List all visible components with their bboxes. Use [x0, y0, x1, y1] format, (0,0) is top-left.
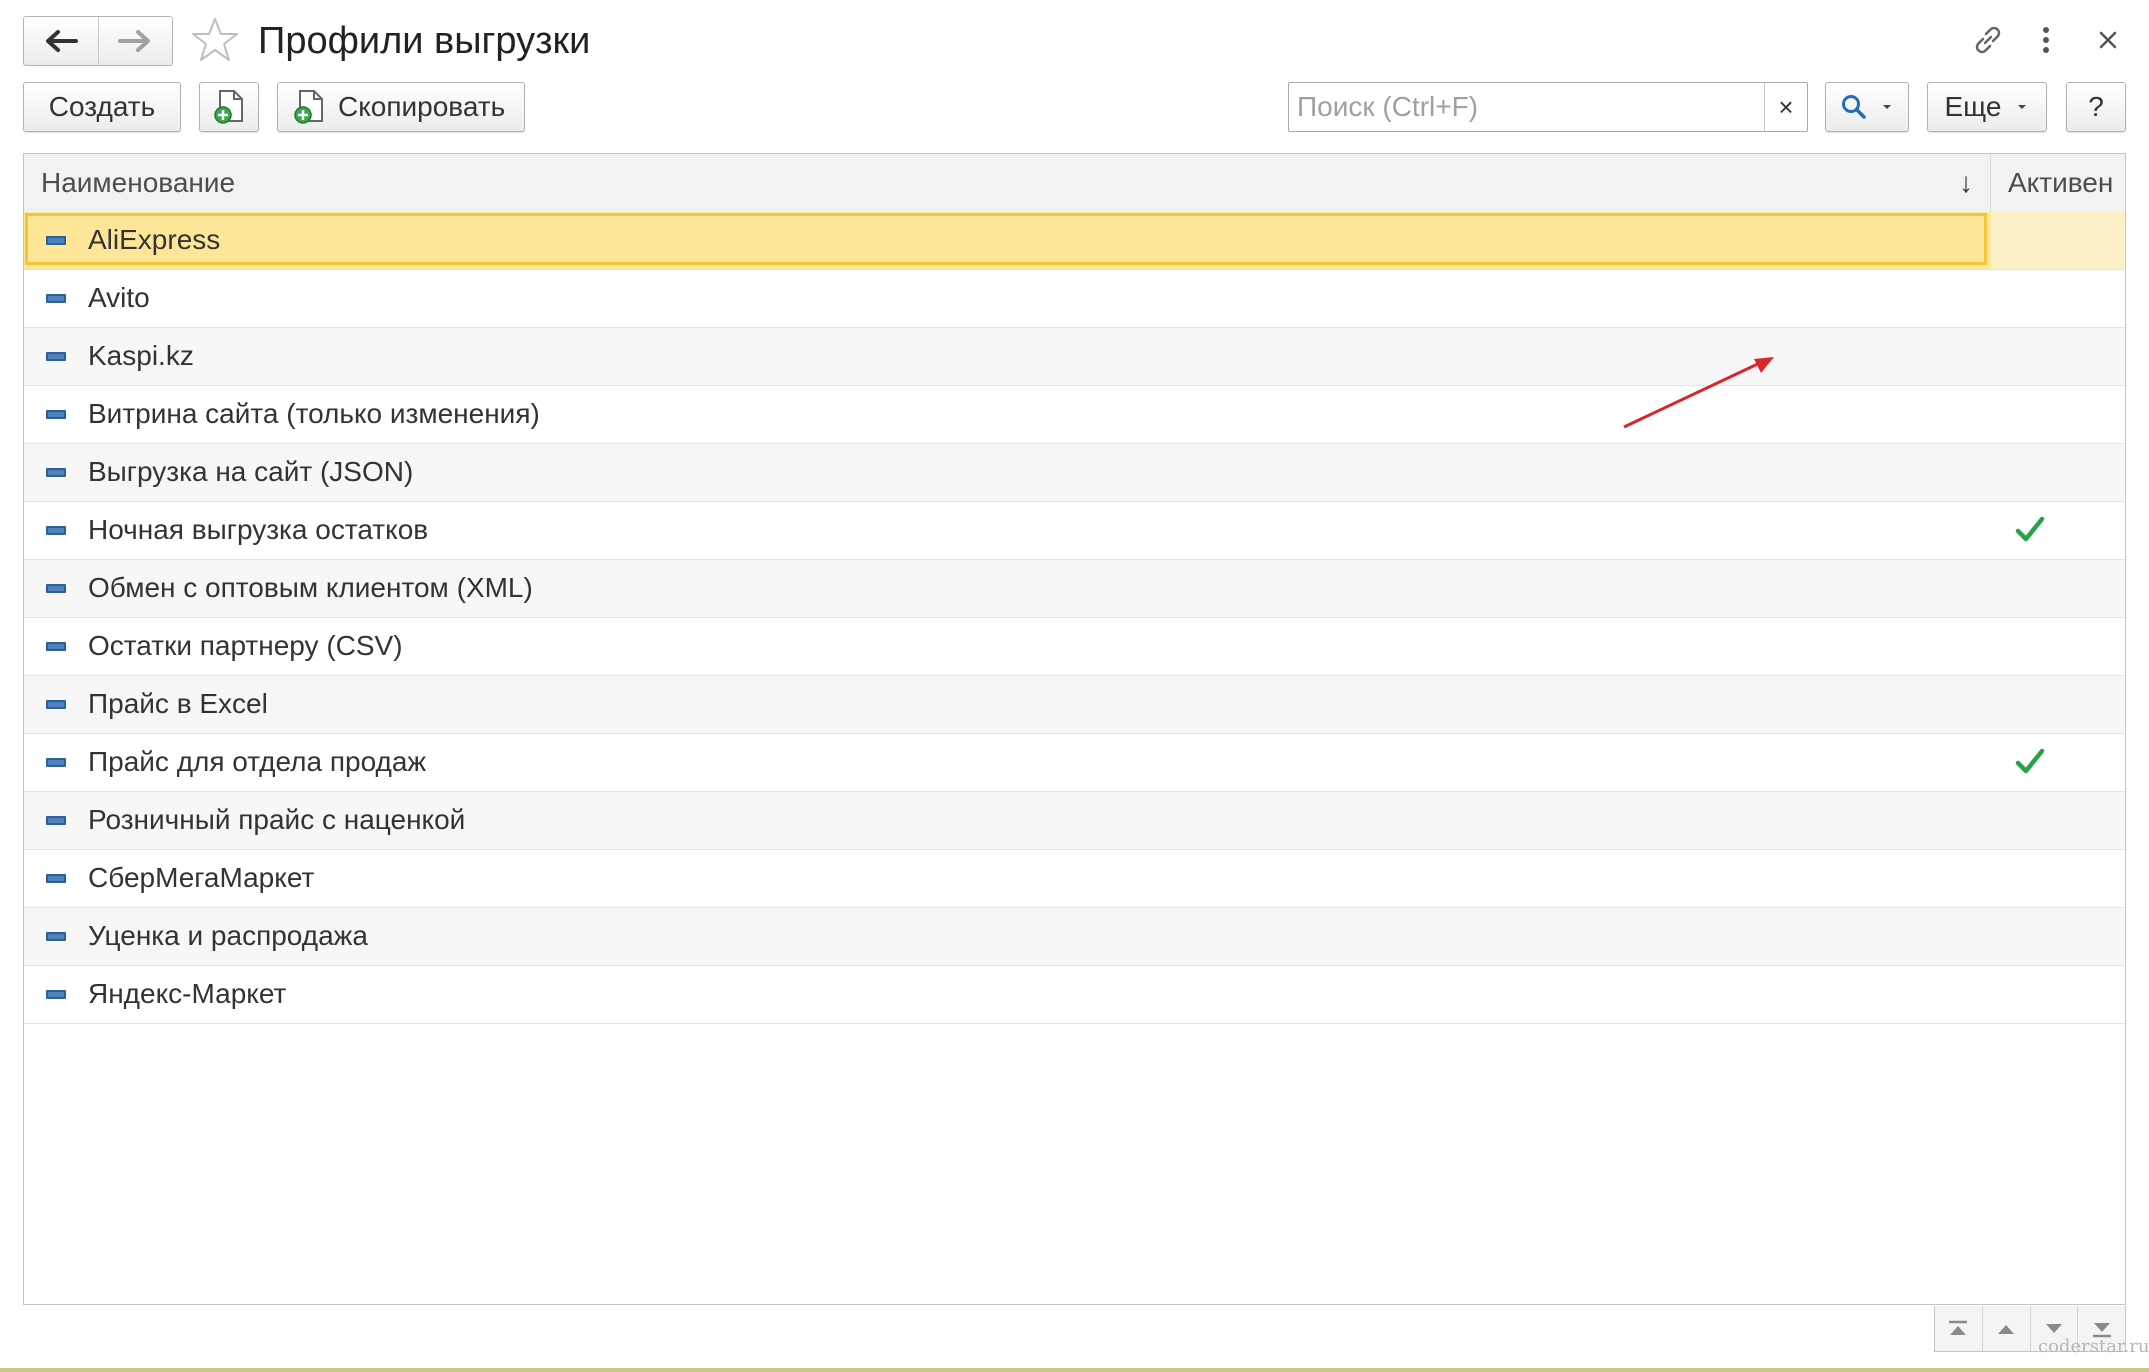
- row-name-label: Розничный прайс с наценкой: [88, 804, 466, 835]
- create-copy-icon-button[interactable]: [199, 82, 259, 132]
- table-row[interactable]: СберМегаМаркет: [24, 850, 2125, 908]
- catalog-item-icon: [46, 526, 66, 535]
- first-page-icon: [1949, 1320, 1968, 1335]
- table-row[interactable]: Прайс в Excel: [24, 676, 2125, 734]
- catalog-item-icon: [46, 816, 66, 825]
- catalog-item-icon: [46, 874, 66, 883]
- table-row[interactable]: Kaspi.kz: [24, 328, 2125, 386]
- forward-button[interactable]: [97, 17, 173, 65]
- row-name-label: Прайс в Excel: [88, 688, 268, 719]
- catalog-item-icon: [46, 294, 66, 303]
- back-arrow-icon: [45, 30, 78, 52]
- watermark: coderstar.ru: [2038, 1336, 2149, 1357]
- table-row[interactable]: Прайс для отдела продаж: [24, 734, 2125, 792]
- table-row[interactable]: Яндекс-Маркет: [24, 966, 2125, 1024]
- search-box: ×: [1288, 82, 1808, 132]
- row-name-label: Прайс для отдела продаж: [88, 746, 427, 777]
- create-button[interactable]: Создать: [23, 82, 181, 132]
- table-row[interactable]: Уценка и распродажа: [24, 908, 2125, 966]
- table-row[interactable]: Ночная выгрузка остатков: [24, 502, 2125, 560]
- cell-active[interactable]: [1991, 966, 2125, 1023]
- cell-active[interactable]: [1991, 850, 2125, 907]
- link-icon[interactable]: [1970, 22, 2006, 58]
- search-icon: [1842, 95, 1866, 119]
- copy-button-label: Скопировать: [338, 91, 506, 122]
- up-arrow-icon: [1998, 1324, 2015, 1334]
- row-name-label: Обмен с оптовым клиентом (XML): [88, 572, 533, 603]
- row-name-label: Avito: [88, 282, 150, 313]
- cell-active[interactable]: [1991, 618, 2125, 675]
- table-row[interactable]: AliExpress: [24, 212, 2125, 270]
- table-row[interactable]: Обмен с оптовым клиентом (XML): [24, 560, 2125, 618]
- scroll-to-top-button[interactable]: [1935, 1306, 1982, 1351]
- close-icon[interactable]: [2094, 26, 2122, 54]
- catalog-item-icon: [46, 758, 66, 767]
- copy-document-icon: [294, 90, 323, 124]
- cell-active[interactable]: [1991, 270, 2125, 327]
- cell-name[interactable]: [25, 213, 1987, 265]
- table-row[interactable]: Avito: [24, 270, 2125, 328]
- catalog-item-icon: [46, 468, 66, 477]
- scroll-up-button[interactable]: [1981, 1306, 2030, 1351]
- column-header-name[interactable]: Наименование: [41, 154, 235, 212]
- catalog-item-icon: [46, 410, 66, 419]
- cell-active[interactable]: [1991, 908, 2125, 965]
- row-name-label: Остатки партнеру (CSV): [88, 630, 403, 661]
- row-name-label: Витрина сайта (только изменения): [88, 398, 540, 429]
- more-actions-button[interactable]: Еще: [1927, 82, 2047, 132]
- catalog-item-icon: [46, 236, 66, 245]
- dropdown-arrow-icon: [2018, 105, 2027, 109]
- star-icon[interactable]: [190, 16, 240, 64]
- cell-active[interactable]: [1991, 676, 2125, 733]
- table-row[interactable]: Выгрузка на сайт (JSON): [24, 444, 2125, 502]
- checkmark-icon: [2015, 748, 2045, 774]
- table-row[interactable]: Розничный прайс с наценкой: [24, 792, 2125, 850]
- catalog-item-icon: [46, 352, 66, 361]
- cell-active[interactable]: [1991, 560, 2125, 617]
- dropdown-arrow-icon: [1883, 105, 1891, 109]
- forward-arrow-icon: [118, 30, 151, 52]
- search-clear-button[interactable]: ×: [1764, 83, 1807, 131]
- catalog-item-icon: [46, 700, 66, 709]
- catalog-item-icon: [46, 990, 66, 999]
- row-name-label: AliExpress: [88, 224, 221, 255]
- table-body: AliExpress Avito Kaspi.kz Витрина сайта (то…: [24, 212, 2125, 1024]
- cell-active[interactable]: [1991, 444, 2125, 501]
- search-input[interactable]: [1289, 83, 1764, 131]
- cell-active[interactable]: [1991, 792, 2125, 849]
- row-name-label: СберМегаМаркет: [88, 862, 315, 893]
- cell-active[interactable]: [1991, 212, 2125, 269]
- table-header: Наименование ↓ Активен: [24, 154, 2125, 213]
- page-title: Профили выгрузки: [258, 20, 591, 62]
- column-divider: [1990, 154, 1991, 212]
- catalog-item-icon: [46, 642, 66, 651]
- catalog-item-icon: [46, 584, 66, 593]
- checkmark-icon: [2015, 516, 2045, 542]
- search-options-button[interactable]: [1825, 82, 1909, 132]
- catalog-item-icon: [46, 932, 66, 941]
- sort-descending-icon[interactable]: ↓: [1959, 154, 1973, 212]
- row-name-label: Ночная выгрузка остатков: [88, 514, 429, 545]
- profiles-table: Наименование ↓ Активен AliExpress Avito Ka…: [23, 153, 2126, 1305]
- window-bottom-border: [0, 1368, 2149, 1372]
- row-name-label: Выгрузка на сайт (JSON): [88, 456, 414, 487]
- cell-active[interactable]: [1991, 386, 2125, 443]
- column-header-active[interactable]: Активен: [2008, 154, 2113, 212]
- add-document-icon: [214, 90, 243, 124]
- help-button[interactable]: ?: [2066, 82, 2126, 132]
- row-name-label: Kaspi.kz: [88, 340, 194, 371]
- row-name-label: Яндекс-Маркет: [88, 978, 287, 1009]
- row-name-label: Уценка и распродажа: [88, 920, 368, 951]
- cell-active[interactable]: [1991, 328, 2125, 385]
- more-actions-label: Еще: [1944, 91, 2002, 122]
- back-button[interactable]: [24, 17, 98, 65]
- table-row[interactable]: Остатки партнеру (CSV): [24, 618, 2125, 676]
- annotation-arrow-icon: [1623, 357, 1774, 429]
- table-row[interactable]: Витрина сайта (только изменения): [24, 386, 2125, 444]
- copy-button[interactable]: Скопировать: [277, 82, 525, 132]
- history-nav: [23, 16, 173, 66]
- more-vertical-icon[interactable]: [2036, 22, 2056, 58]
